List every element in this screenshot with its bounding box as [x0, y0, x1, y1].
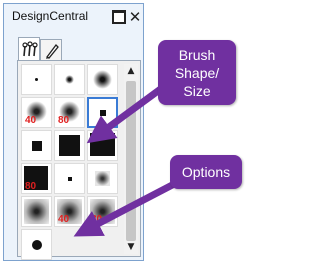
options-callout: Options: [170, 155, 242, 189]
options-callout-arrow: [73, 178, 180, 237]
brush-shape-size-callout: Brush Shape/Size: [158, 40, 236, 105]
brush-callout-arrow: [86, 85, 165, 144]
